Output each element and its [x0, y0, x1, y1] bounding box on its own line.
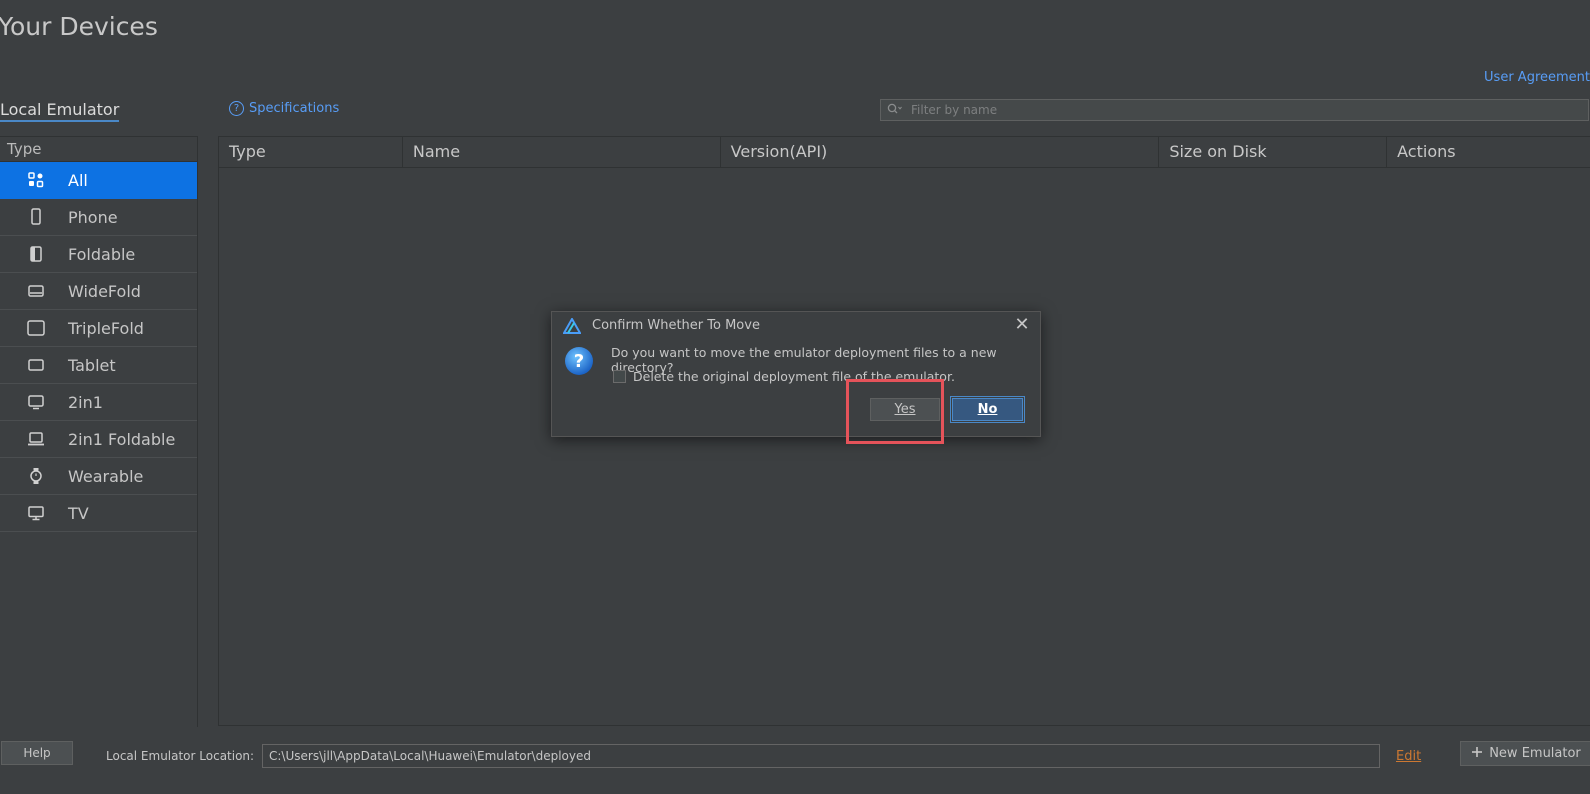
phone-icon [26, 207, 46, 227]
sidebar-item-all[interactable]: All [0, 162, 197, 199]
laptop-foldable-icon [26, 429, 46, 449]
sidebar-item-2in1[interactable]: 2in1 [0, 384, 197, 421]
sidebar-header: Type [0, 137, 197, 162]
sidebar-item-foldable[interactable]: Foldable [0, 236, 197, 273]
app-logo-icon [562, 316, 582, 334]
sidebar-item-label: Foldable [68, 244, 136, 264]
widefold-icon [26, 281, 46, 301]
column-header-version[interactable]: Version(API) [721, 137, 1160, 167]
svg-text:?: ? [574, 351, 584, 372]
help-circle-icon: ? [229, 101, 244, 116]
watch-icon [26, 466, 46, 486]
sidebar-item-label: 2in1 Foldable [68, 429, 176, 449]
yes-button[interactable]: Yes [870, 398, 940, 421]
confirm-move-dialog: Confirm Whether To Move ✕ ? Do you want … [551, 311, 1041, 437]
new-emulator-label: New Emulator [1489, 746, 1581, 761]
dialog-title: Confirm Whether To Move [592, 318, 760, 333]
sidebar-item-label: TV [68, 503, 89, 523]
sidebar-item-label: TripleFold [68, 318, 144, 338]
tablet-icon [26, 355, 46, 375]
sidebar-item-label: WideFold [68, 281, 141, 301]
sidebar-item-tablet[interactable]: Tablet [0, 347, 197, 384]
no-button[interactable]: No [950, 396, 1025, 423]
sidebar-item-wearable[interactable]: Wearable [0, 458, 197, 495]
column-header-type[interactable]: Type [219, 137, 403, 167]
column-header-actions[interactable]: Actions [1387, 137, 1590, 167]
page-title: Your Devices [0, 12, 158, 41]
sidebar-item-phone[interactable]: Phone [0, 199, 197, 236]
sidebar-item-2in1-foldable[interactable]: 2in1 Foldable [0, 421, 197, 458]
specifications-link[interactable]: ? Specifications [229, 101, 339, 116]
tv-icon [26, 503, 46, 523]
close-icon[interactable]: ✕ [1012, 314, 1032, 335]
sidebar-item-widefold[interactable]: WideFold [0, 273, 197, 310]
location-field[interactable] [262, 744, 1380, 768]
sidebar-item-label: Wearable [68, 466, 144, 486]
sidebar-item-label: Tablet [68, 355, 116, 375]
plus-icon [1471, 746, 1483, 762]
sidebar-item-tv[interactable]: TV [0, 495, 197, 532]
tab-local-emulator[interactable]: Local Emulator [0, 100, 120, 122]
column-header-size[interactable]: Size on Disk [1159, 137, 1388, 167]
user-agreement-link[interactable]: User Agreement [1484, 70, 1590, 85]
delete-original-checkbox[interactable] [613, 370, 626, 383]
sidebar-item-triplefold[interactable]: TripleFold [0, 310, 197, 347]
specifications-label: Specifications [249, 101, 340, 116]
filter-box[interactable] [880, 99, 1589, 121]
table-header: Type Name Version(API) Size on Disk Acti… [219, 137, 1590, 168]
sidebar-item-label: All [68, 170, 88, 190]
filter-input[interactable] [909, 102, 1563, 118]
triplefold-icon [26, 318, 46, 338]
search-icon [887, 103, 903, 118]
type-sidebar: Type All Phone Foldable WideFold TripleF… [0, 136, 198, 727]
edit-location-link[interactable]: Edit [1396, 749, 1421, 764]
foldable-icon [26, 244, 46, 264]
location-input[interactable] [263, 745, 1379, 767]
sidebar-item-label: Phone [68, 207, 118, 227]
grid-icon [26, 170, 46, 190]
sidebar-item-label: 2in1 [68, 392, 103, 412]
laptop-icon [26, 392, 46, 412]
location-label: Local Emulator Location: [106, 749, 255, 763]
help-button[interactable]: Help [1, 741, 73, 765]
delete-original-checkbox-row[interactable]: Delete the original deployment file of t… [613, 369, 955, 384]
question-icon: ? [564, 346, 594, 376]
checkbox-label: Delete the original deployment file of t… [633, 369, 955, 384]
column-header-name[interactable]: Name [403, 137, 721, 167]
new-emulator-button[interactable]: New Emulator [1460, 741, 1590, 766]
